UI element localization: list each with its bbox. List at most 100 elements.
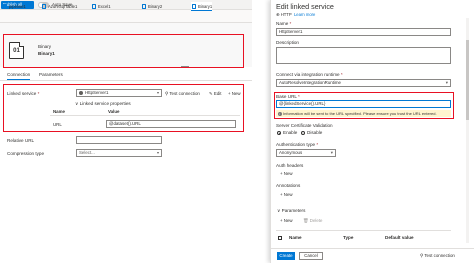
tab-binary1[interactable]: Binary1 xyxy=(191,2,213,11)
new-label: New xyxy=(231,91,241,96)
tab-label: Binary2 xyxy=(148,4,163,9)
compression-type-select[interactable]: Select... ▾ xyxy=(76,149,162,157)
binary-icon-text: 01 xyxy=(13,48,20,54)
tab-label: AzureSqlTable1 xyxy=(48,4,78,9)
property-value-input[interactable]: @dataset().URL xyxy=(106,120,236,128)
dataset-name: Binary1 xyxy=(38,51,55,56)
chevron-down-icon: ▾ xyxy=(156,150,159,155)
resize-handle[interactable] xyxy=(181,66,189,67)
grid-name-header: Name xyxy=(53,109,65,114)
properties-grid-header: Name Value xyxy=(50,108,240,116)
auth-type-label: Authentication type xyxy=(276,142,318,147)
tab-parameters[interactable]: Parameters xyxy=(39,72,63,77)
tab-label: Excel1 xyxy=(98,4,111,9)
http-icon xyxy=(79,90,83,95)
tab-label: Binary1 xyxy=(198,4,213,9)
cert-validation-label: Server Certificate Validation xyxy=(276,123,333,128)
binary-file-icon: 01 xyxy=(9,42,24,59)
table-row: URL @dataset().URL xyxy=(50,118,240,132)
dataset-icon xyxy=(142,4,146,9)
description-textarea[interactable] xyxy=(276,47,451,64)
document-tab-strip xyxy=(0,10,252,23)
tab-connection[interactable]: Connection xyxy=(7,72,31,80)
tab-label: pipeline1 xyxy=(9,4,26,9)
linked-service-value: HttpServer1 xyxy=(85,90,109,95)
parameters-toggle[interactable]: ∨ Parameters xyxy=(277,208,305,214)
auth-type-select[interactable]: Anonymous ▾ xyxy=(276,149,336,157)
info-message-text: Information will be sent to the URL spec… xyxy=(283,111,437,116)
property-name: URL xyxy=(53,122,62,127)
add-parameter-button[interactable]: + New xyxy=(280,218,293,223)
panel-scrollbar-thumb[interactable] xyxy=(466,40,469,120)
dataset-type: Binary xyxy=(38,44,52,49)
chevron-down-icon: ▾ xyxy=(445,80,448,85)
info-message-bar: i Information will be sent to the URL spe… xyxy=(276,110,451,117)
description-label: Description xyxy=(276,40,299,45)
test-connection-button[interactable]: ⚲ Test connection xyxy=(165,91,200,97)
enable-label: Enable xyxy=(283,130,298,135)
tab-pipeline1[interactable]: pipeline1 xyxy=(2,2,26,11)
grid-value-header: Value xyxy=(108,109,120,114)
table-icon xyxy=(42,4,46,9)
linked-service-type: HTTP xyxy=(280,12,292,17)
edit-label: Edit xyxy=(213,91,222,96)
edit-linked-service-button[interactable]: ✎ Edit xyxy=(209,91,221,97)
tab-parameters-label: Parameters xyxy=(39,72,63,77)
dataset-icon xyxy=(92,4,96,9)
enable-radio[interactable] xyxy=(277,131,281,135)
select-all-checkbox[interactable] xyxy=(278,236,282,240)
name-input[interactable]: HttpServer1 xyxy=(276,28,451,36)
delete-parameter-button[interactable]: 🗑 Delete xyxy=(303,218,323,224)
new-linked-service-button[interactable]: + New xyxy=(228,91,241,96)
integration-runtime-value: AutoResolveIntegrationRuntime xyxy=(279,80,341,85)
info-icon: i xyxy=(277,111,282,116)
auth-headers-label: Auth headers xyxy=(276,163,304,168)
panel-title: Edit linked service xyxy=(276,2,334,11)
linked-service-select[interactable]: HttpServer1 ▾ xyxy=(76,89,162,97)
connect-via-label: Connect via integration runtime xyxy=(276,72,343,77)
param-name-header: Name xyxy=(289,235,302,240)
tab-binary2[interactable]: Binary2 xyxy=(141,2,162,11)
create-button[interactable]: Create xyxy=(277,252,295,260)
cancel-button[interactable]: Cancel xyxy=(299,252,323,260)
new-label: New xyxy=(283,218,293,223)
pipeline-icon xyxy=(3,4,7,9)
tab-azuresqltable1[interactable]: AzureSqlTable1 xyxy=(41,2,77,11)
dataset-icon xyxy=(192,4,196,9)
integration-runtime-select[interactable]: AutoResolveIntegrationRuntime ▾ xyxy=(276,79,451,87)
param-type-header: Type xyxy=(343,235,354,240)
base-url-label: Base URL xyxy=(276,94,300,99)
linked-service-label: Linked service xyxy=(7,91,39,96)
auth-type-value: Anonymous xyxy=(279,150,303,155)
linked-service-properties-toggle[interactable]: ∨ Linked service properties xyxy=(75,101,131,107)
tab-excel1[interactable]: Excel1 xyxy=(91,2,111,11)
annotations-label: Annotations xyxy=(276,183,301,188)
param-default-header: Default value xyxy=(385,235,414,240)
disable-label: Disable xyxy=(307,130,323,135)
relative-url-input[interactable] xyxy=(76,136,162,144)
test-connection-label: Test connection xyxy=(424,253,455,258)
chevron-down-icon: ▾ xyxy=(330,150,333,155)
new-label: New xyxy=(283,192,293,197)
add-annotation-button[interactable]: + New xyxy=(280,192,293,197)
tab-connection-label: Connection xyxy=(7,72,31,77)
linked-service-properties-label: Linked service properties xyxy=(79,101,131,106)
base-url-input[interactable]: @{linkedService().URL} xyxy=(276,100,451,108)
properties-tab-strip xyxy=(0,71,252,81)
compression-type-value: Select... xyxy=(79,150,95,155)
parameters-label: Parameters xyxy=(281,208,306,213)
chevron-down-icon: ▾ xyxy=(156,90,159,95)
test-connection-label: Test connection xyxy=(169,91,200,96)
add-auth-header-button[interactable]: + New xyxy=(280,171,293,176)
new-label: New xyxy=(283,171,293,176)
name-label: Name xyxy=(276,21,291,26)
panel-test-connection-button[interactable]: ⚲ Test connection xyxy=(420,253,455,259)
delete-label: Delete xyxy=(309,218,323,223)
relative-url-label: Relative URL xyxy=(7,138,35,143)
panel-subtitle: ⊕ HTTP Learn more xyxy=(276,12,315,17)
disable-radio[interactable] xyxy=(301,131,305,135)
trash-icon: 🗑 xyxy=(303,218,310,223)
learn-more-link[interactable]: Learn more xyxy=(294,12,315,17)
parameters-divider xyxy=(276,230,451,231)
compression-type-label: Compression type xyxy=(7,151,45,156)
